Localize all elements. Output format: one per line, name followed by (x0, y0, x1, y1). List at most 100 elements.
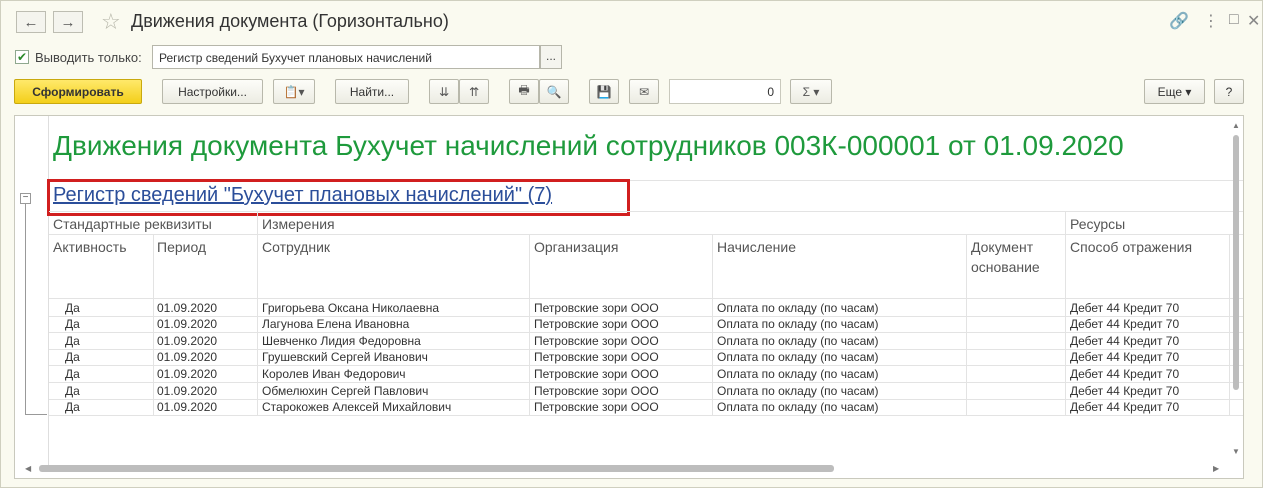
link-icon[interactable]: 🔗 (1169, 11, 1189, 31)
cell-accrual[interactable]: Оплата по окладу (по часам) (717, 350, 879, 364)
cell-organization[interactable]: Петровские зори ООО (534, 301, 659, 315)
cell-employee[interactable]: Старокожев Алексей Михайлович (262, 400, 451, 414)
cell-period[interactable]: 01.09.2020 (157, 317, 217, 331)
column-header-organization: Организация (534, 239, 619, 255)
group-bracket-line (25, 204, 26, 414)
header-group-resources: Ресурсы (1070, 216, 1126, 232)
report-window: ← → ☆ Движения документа (Горизонтально)… (0, 0, 1263, 488)
cell-period[interactable]: 01.09.2020 (157, 400, 217, 414)
cell-period[interactable]: 01.09.2020 (157, 334, 217, 348)
help-button[interactable]: ? (1214, 79, 1244, 104)
cell-active[interactable]: Да (65, 350, 80, 364)
cell-active[interactable]: Да (65, 317, 80, 331)
cell-active[interactable]: Да (65, 301, 80, 315)
cell-active[interactable]: Да (65, 384, 80, 398)
cell-method[interactable]: Дебет 44 Кредит 70 (1070, 367, 1179, 381)
maximize-icon[interactable]: □ (1229, 11, 1239, 29)
clipboard-icon: 📋▾ (283, 84, 305, 99)
settings-button[interactable]: Настройки... (162, 79, 263, 104)
filter-row: ✔ Выводить только: Регистр сведений Буху… (15, 45, 575, 69)
floppy-disk-icon: 💾 (596, 84, 612, 99)
vertical-scroll-thumb[interactable] (1233, 135, 1239, 390)
column-header-document-basis: основание (971, 259, 1040, 275)
column-header-active: Активность (53, 239, 127, 255)
cell-employee[interactable]: Грушевский Сергей Иванович (262, 350, 428, 364)
column-header-period: Период (157, 239, 207, 255)
expand-groups-button[interactable]: ⇊ (429, 79, 459, 104)
cell-organization[interactable]: Петровские зори ООО (534, 317, 659, 331)
more-button[interactable]: Еще ▾ (1144, 79, 1205, 104)
column-header-accrual: Начисление (717, 239, 796, 255)
cell-employee[interactable]: Лагунова Елена Ивановна (262, 317, 409, 331)
back-button[interactable]: ← (16, 11, 46, 33)
row-divider (49, 415, 1243, 417)
save-button[interactable]: 💾 (589, 79, 619, 104)
cell-method[interactable]: Дебет 44 Кредит 70 (1070, 334, 1179, 348)
scroll-down-icon[interactable]: ▼ (1232, 447, 1240, 456)
cell-active[interactable]: Да (65, 400, 80, 414)
cell-organization[interactable]: Петровские зори ООО (534, 350, 659, 364)
cell-period[interactable]: 01.09.2020 (157, 301, 217, 315)
close-icon[interactable]: ✕ (1247, 11, 1260, 31)
preview-icon: 🔍 (546, 84, 562, 99)
send-mail-button[interactable]: ✉ (629, 79, 659, 104)
cell-employee[interactable]: Шевченко Лидия Федоровна (262, 334, 421, 348)
register-filter-input[interactable]: Регистр сведений Бухучет плановых начисл… (152, 45, 540, 69)
favorite-star-icon[interactable]: ☆ (101, 9, 121, 35)
cell-method[interactable]: Дебет 44 Кредит 70 (1070, 350, 1179, 364)
printer-icon: 🖶 (518, 83, 530, 97)
cell-accrual[interactable]: Оплата по окладу (по часам) (717, 317, 879, 331)
cell-employee[interactable]: Григорьева Оксана Николаевна (262, 301, 439, 315)
scroll-left-icon[interactable]: ◀ (25, 464, 31, 473)
report-title: Движения документа Бухучет начислений со… (53, 130, 1124, 161)
cell-organization[interactable]: Петровские зори ООО (534, 334, 659, 348)
scroll-up-icon[interactable]: ▲ (1232, 121, 1240, 130)
forward-button[interactable]: → (53, 11, 83, 33)
cell-accrual[interactable]: Оплата по окладу (по часам) (717, 384, 879, 398)
cell-active[interactable]: Да (65, 334, 80, 348)
sum-button[interactable]: Σ ▾ (790, 79, 832, 104)
cell-employee[interactable]: Обмелюхин Сергей Павлович (262, 384, 428, 398)
grid-line (966, 234, 967, 416)
output-only-checkbox[interactable]: ✔ (15, 50, 29, 64)
grid-line (257, 211, 258, 416)
scroll-right-icon[interactable]: ▶ (1213, 464, 1219, 473)
cell-active[interactable]: Да (65, 367, 80, 381)
grid-line (712, 234, 713, 416)
toolbar: Сформировать Настройки... 📋▾ Найти... ⇊ … (1, 77, 1263, 107)
cell-method[interactable]: Дебет 44 Кредит 70 (1070, 317, 1179, 331)
generate-button[interactable]: Сформировать (14, 79, 142, 104)
cell-period[interactable]: 01.09.2020 (157, 384, 217, 398)
arrow-left-icon: ← (23, 13, 39, 31)
grid-line (1065, 211, 1066, 416)
cell-accrual[interactable]: Оплата по окладу (по часам) (717, 400, 879, 414)
cell-organization[interactable]: Петровские зори ООО (534, 400, 659, 414)
cell-organization[interactable]: Петровские зори ООО (534, 367, 659, 381)
cell-period[interactable]: 01.09.2020 (157, 350, 217, 364)
group-collapse-toggle[interactable]: − (20, 193, 31, 204)
cell-accrual[interactable]: Оплата по окладу (по часам) (717, 367, 879, 381)
more-menu-icon[interactable]: ⋮ (1203, 11, 1219, 31)
register-select-button[interactable]: ... (540, 45, 562, 69)
grid-line (153, 234, 154, 416)
cell-method[interactable]: Дебет 44 Кредит 70 (1070, 301, 1179, 315)
cell-accrual[interactable]: Оплата по окладу (по часам) (717, 334, 879, 348)
cell-employee[interactable]: Королев Иван Федорович (262, 367, 406, 381)
cell-accrual[interactable]: Оплата по окладу (по часам) (717, 301, 879, 315)
cell-method[interactable]: Дебет 44 Кредит 70 (1070, 400, 1179, 414)
collapse-groups-button[interactable]: ⇈ (459, 79, 489, 104)
collapse-all-icon: ⇈ (468, 84, 480, 99)
sum-value-field[interactable]: 0 (669, 79, 781, 104)
cell-period[interactable]: 01.09.2020 (157, 367, 217, 381)
arrow-right-icon: → (60, 13, 76, 31)
cell-organization[interactable]: Петровские зори ООО (534, 384, 659, 398)
find-button[interactable]: Найти... (335, 79, 409, 104)
horizontal-scroll-thumb[interactable] (39, 465, 834, 472)
print-button[interactable]: 🖶 (509, 79, 539, 104)
envelope-icon: ✉ (638, 84, 650, 99)
preview-button[interactable]: 🔍 (539, 79, 569, 104)
report-variants-button[interactable]: 📋▾ (273, 79, 315, 104)
cell-method[interactable]: Дебет 44 Кредит 70 (1070, 384, 1179, 398)
grid-line (529, 234, 530, 416)
report-spreadsheet[interactable]: − Движения документа Бухучет начислений … (14, 115, 1244, 479)
